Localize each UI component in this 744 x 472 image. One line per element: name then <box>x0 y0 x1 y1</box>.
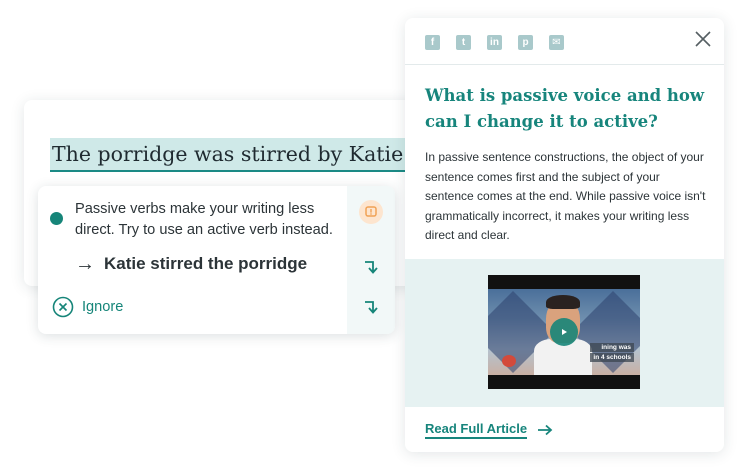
video-thumbnail: ining was in 4 schools <box>488 289 640 375</box>
twitter-icon[interactable]: t <box>456 35 471 50</box>
apply-suggestion-icon[interactable] <box>362 258 380 276</box>
video-player[interactable]: ining was in 4 schools <box>488 275 640 389</box>
read-full-article-link[interactable]: Read Full Article <box>425 421 553 439</box>
header-divider <box>405 64 724 65</box>
replacement-suggestion[interactable]: → Katie stirred the porridge <box>75 254 307 274</box>
ignore-button[interactable]: Ignore <box>52 296 123 318</box>
ignore-label[interactable]: Ignore <box>82 299 123 315</box>
media-section: ining was in 4 schools <box>405 259 724 407</box>
dismiss-circle-icon <box>52 296 74 318</box>
article-title: What is passive voice and how can I chan… <box>425 86 705 131</box>
video-caption: ining was in 4 schools <box>590 343 634 363</box>
arrow-right-icon <box>538 424 553 436</box>
article-body: In passive sentence constructions, the o… <box>425 150 706 242</box>
play-icon[interactable] <box>550 318 578 346</box>
replacement-text[interactable]: Katie stirred the porridge <box>104 254 307 274</box>
suggestion-card: Passive verbs make your writing less dir… <box>38 186 395 334</box>
read-full-article-label[interactable]: Read Full Article <box>425 421 528 439</box>
alert-icon <box>359 200 383 224</box>
issue-dot-icon <box>50 212 63 225</box>
suggestion-message: Passive verbs make your writing less dir… <box>75 201 333 238</box>
facebook-icon[interactable]: f <box>425 35 440 50</box>
article-panel: f t in p ✉ What is passive voice and how… <box>405 18 724 452</box>
share-toolbar: f t in p ✉ <box>425 35 580 50</box>
email-icon[interactable]: ✉ <box>549 35 564 50</box>
linkedin-icon[interactable]: in <box>487 35 502 50</box>
highlighted-sentence[interactable]: The porridge was stirred by Katie. <box>50 138 412 172</box>
arrow-right-icon: → <box>75 253 95 275</box>
ignore-action-icon[interactable] <box>362 298 380 316</box>
close-icon[interactable] <box>694 30 712 48</box>
pinterest-icon[interactable]: p <box>518 35 533 50</box>
